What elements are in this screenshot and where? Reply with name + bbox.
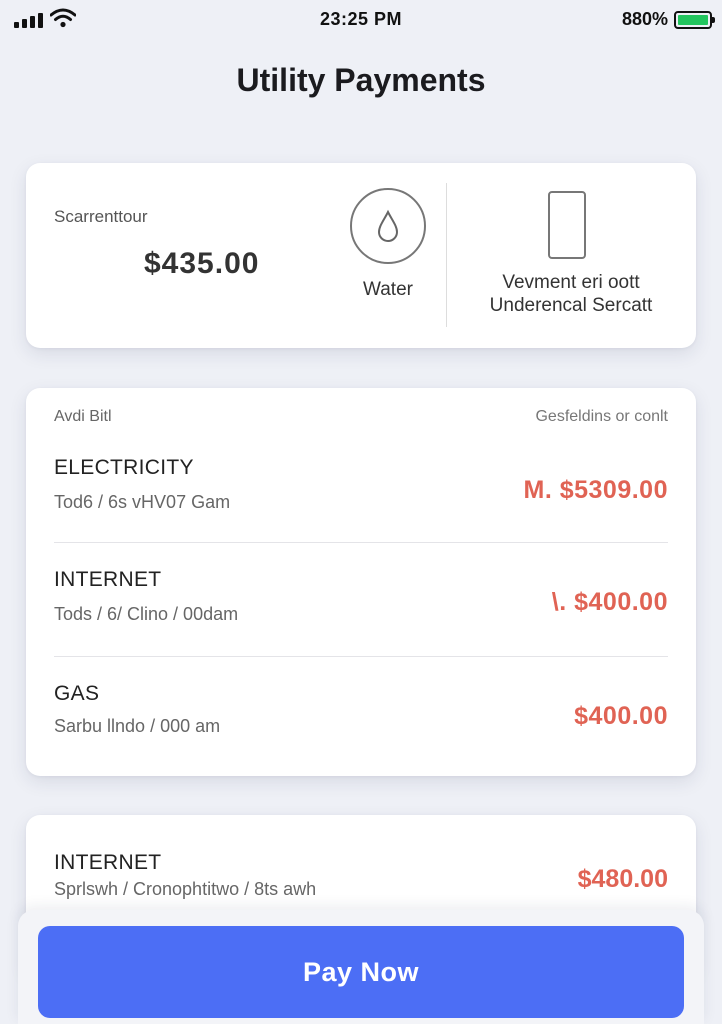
bill-row-internet[interactable]: INTERNET Tods / 6/ Clino / 00dam \. $400…	[26, 542, 696, 656]
bills-card: Avdi Bitl Gesfeldins or conlt ELECTRICIT…	[26, 388, 696, 776]
bill-name: ELECTRICITY	[54, 456, 194, 479]
bill-subtitle: Sarbu llndo / 000 am	[54, 716, 221, 736]
bill-subtitle: Tod6 / 6s vHV07 Gam	[54, 492, 231, 512]
device-label-line1: Vevment eri oott	[502, 272, 640, 293]
device-label: Vevment eri oott Underencal Sercatt	[466, 271, 676, 317]
summary-label: Scarrenttour	[54, 207, 148, 226]
summary-divider	[446, 183, 447, 327]
pay-now-button[interactable]: Pay Now	[38, 926, 684, 1018]
bill-name: GAS	[54, 682, 100, 705]
bills-header-left: Avdi Bitl	[54, 408, 112, 425]
water-drop-icon	[377, 209, 399, 242]
battery-level-fill	[678, 15, 708, 25]
status-bar: 23:25 PM 880%	[0, 0, 722, 40]
summary-amount: $435.00	[144, 247, 260, 280]
bill-amount: M. $5309.00	[523, 476, 668, 504]
bill-subtitle: Sprlswh / Cronophtitwo / 8ts awh	[54, 879, 317, 899]
bills-header-right[interactable]: Gesfeldins or conlt	[535, 408, 668, 426]
status-time: 23:25 PM	[319, 9, 403, 29]
summary-card: Scarrenttour $435.00 Water Vevment eri o…	[26, 163, 696, 348]
battery-percent: 880%	[621, 9, 668, 29]
phone-icon[interactable]	[548, 191, 586, 259]
utility-payments-screen: 23:25 PM 880% Utility Payments Scarrentt…	[0, 0, 722, 1024]
battery-icon	[674, 11, 715, 29]
pay-bar: Pay Now	[18, 910, 704, 1024]
bill-name: INTERNET	[54, 851, 162, 874]
bill-row-electricity[interactable]: ELECTRICITY Tod6 / 6s vHV07 Gam M. $5309…	[26, 430, 696, 544]
device-label-line2: Underencal Sercatt	[489, 295, 653, 316]
bill-amount: \. $400.00	[551, 588, 668, 616]
bill-subtitle: Tods / 6/ Clino / 00dam	[54, 604, 239, 624]
bill-name: INTERNET	[54, 568, 162, 591]
bill-amount: $480.00	[577, 865, 668, 893]
page-title: Utility Payments	[236, 62, 486, 98]
water-label: Water	[363, 279, 413, 300]
bill-amount: $400.00	[574, 702, 668, 730]
water-category-button[interactable]	[350, 188, 426, 264]
bill-row-gas[interactable]: GAS Sarbu llndo / 000 am $400.00	[26, 656, 696, 770]
